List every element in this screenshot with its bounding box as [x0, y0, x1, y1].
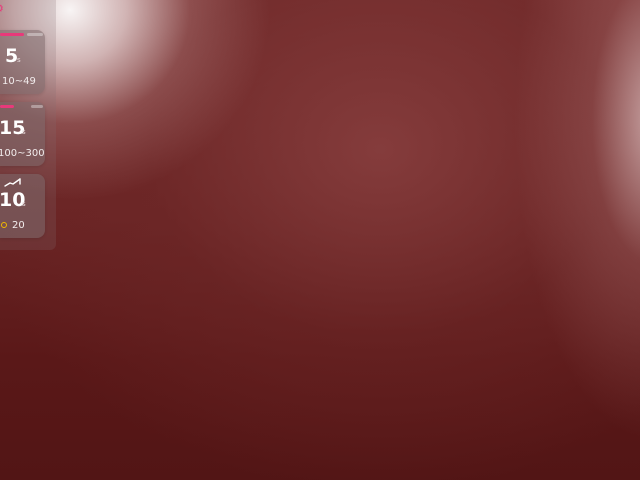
metric-unit-3: s — [22, 200, 26, 208]
progress-bar-1 — [0, 33, 44, 36]
metric-range-1: 10~49 — [2, 76, 36, 87]
trend-icon — [4, 178, 21, 187]
progress-bar-2 — [0, 105, 44, 108]
coin-icon — [1, 222, 7, 228]
metric-range-2: 100~300 — [0, 148, 45, 159]
camera-view: ⚙ 5 s 10~49 15 s 100~300 — [0, 0, 640, 480]
progress-track-2 — [31, 105, 43, 108]
progress-track-1 — [27, 33, 43, 36]
gear-icon[interactable]: ⚙ — [0, 2, 4, 16]
metric-card-3[interactable]: 10 s 20 — [0, 174, 45, 238]
side-panel: ⚙ 5 s 10~49 15 s 100~300 — [0, 0, 56, 250]
progress-fill-1 — [0, 33, 24, 36]
metric-card-1[interactable]: 5 s 10~49 — [0, 30, 45, 94]
metric-count-3: 20 — [12, 220, 25, 231]
metric-card-2[interactable]: 15 s 100~300 — [0, 102, 45, 166]
metric-unit-2: s — [22, 128, 26, 136]
progress-fill-2 — [0, 105, 14, 108]
metric-unit-1: s — [17, 56, 21, 64]
